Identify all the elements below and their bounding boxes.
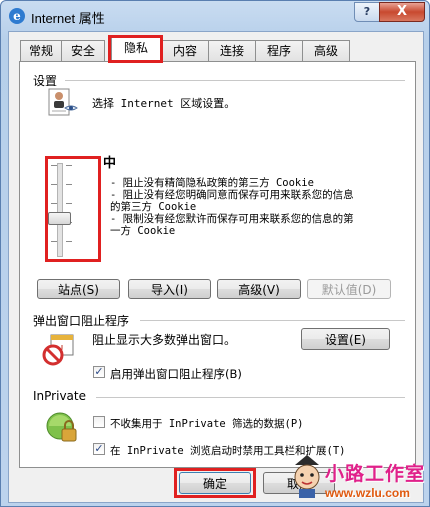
popup-enable-checkbox[interactable]: ✓ <box>93 366 105 378</box>
watermark-brand: 小路工作室 <box>325 463 426 485</box>
tab-content[interactable]: 内容 <box>161 40 209 61</box>
inprivate-no-collect-label: 不收集用于 InPrivate 筛选的数据(P) <box>110 418 304 430</box>
popup-enable-label: 启用弹出窗口阻止程序(B) <box>110 367 242 381</box>
popup-blocker-icon: ! <box>42 334 74 366</box>
slider-tick <box>51 203 57 204</box>
inprivate-disable-toolbars-checkbox[interactable]: ✓ <box>93 443 105 455</box>
inprivate-group-label: InPrivate <box>33 389 86 403</box>
help-button[interactable]: ? <box>354 2 380 22</box>
slider-tick <box>51 241 57 242</box>
privacy-panel: 设置 选择 Internet 区域设置。 中 - 阻止没有精简隐私政策的第三方 … <box>19 61 416 468</box>
watermark-mascot-icon <box>294 455 320 498</box>
internet-explorer-icon: e <box>9 8 25 24</box>
watermark-url: www.wzlu.com <box>325 486 410 500</box>
inprivate-icon <box>46 412 77 442</box>
popup-divider <box>140 320 405 321</box>
highlight-privacy-tab <box>108 35 163 63</box>
popup-description: 阻止显示大多数弹出窗口。 <box>92 333 237 347</box>
slider-tick <box>66 203 72 204</box>
dialog-body: 常规 安全 隐私 内容 连接 程序 高级 设置 选择 Internet 区域设置… <box>8 31 424 503</box>
privacy-level-line-5: 一方 Cookie <box>110 225 176 237</box>
default-button[interactable]: 默认值(D) <box>307 279 391 299</box>
privacy-level-name: 中 <box>103 156 117 171</box>
tab-advanced[interactable]: 高级 <box>302 40 350 61</box>
inprivate-no-collect-checkbox[interactable] <box>93 416 105 428</box>
watermark: 小路工作室 www.wzlu.com <box>289 453 429 506</box>
highlight-slider <box>45 156 101 262</box>
highlight-ok-button <box>174 468 256 498</box>
slider-thumb[interactable] <box>48 212 71 225</box>
dialog-window: e Internet 属性 ? X 常规 安全 隐私 内容 连接 程序 高级 设… <box>0 0 430 507</box>
sites-button[interactable]: 站点(S) <box>37 279 120 299</box>
slider-tick <box>66 241 72 242</box>
privacy-document-icon <box>48 88 78 116</box>
close-button[interactable]: X <box>379 2 425 22</box>
popup-group-label: 弹出窗口阻止程序 <box>33 314 130 328</box>
slider-track[interactable] <box>57 163 63 257</box>
tab-connections[interactable]: 连接 <box>208 40 256 61</box>
tab-general[interactable]: 常规 <box>20 40 62 61</box>
advanced-button[interactable]: 高级(V) <box>217 279 301 299</box>
window-title: Internet 属性 <box>31 11 105 26</box>
slider-tick <box>51 165 57 166</box>
tab-programs[interactable]: 程序 <box>255 40 303 61</box>
popup-settings-button[interactable]: 设置(E) <box>301 328 390 350</box>
slider-tick <box>66 165 72 166</box>
slider-tick <box>66 184 72 185</box>
import-button[interactable]: 导入(I) <box>128 279 211 299</box>
settings-description: 选择 Internet 区域设置。 <box>92 97 236 110</box>
settings-divider <box>65 80 405 81</box>
inprivate-divider <box>96 397 405 398</box>
tab-security[interactable]: 安全 <box>61 40 105 61</box>
slider-tick <box>51 184 57 185</box>
title-bar[interactable]: e Internet 属性 ? X <box>1 1 429 31</box>
